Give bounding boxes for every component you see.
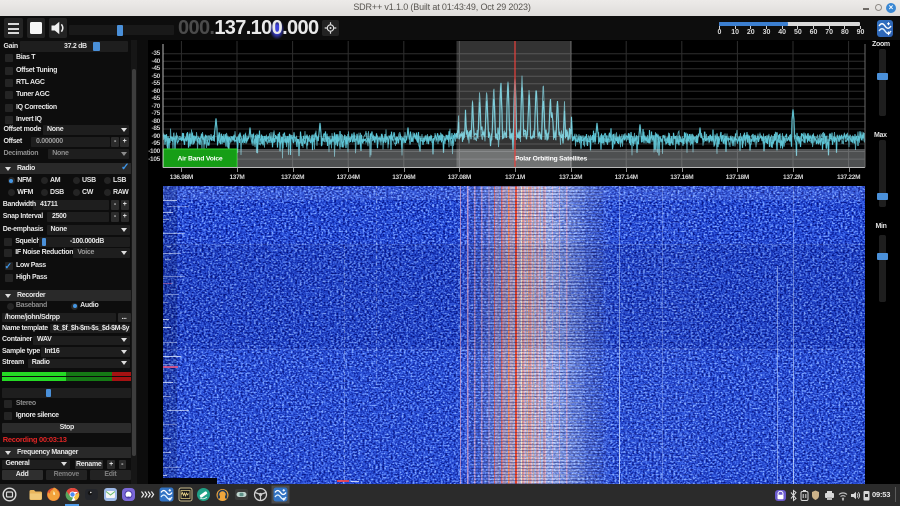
svg-text:Air Band Voice: Air Band Voice: [177, 156, 222, 163]
